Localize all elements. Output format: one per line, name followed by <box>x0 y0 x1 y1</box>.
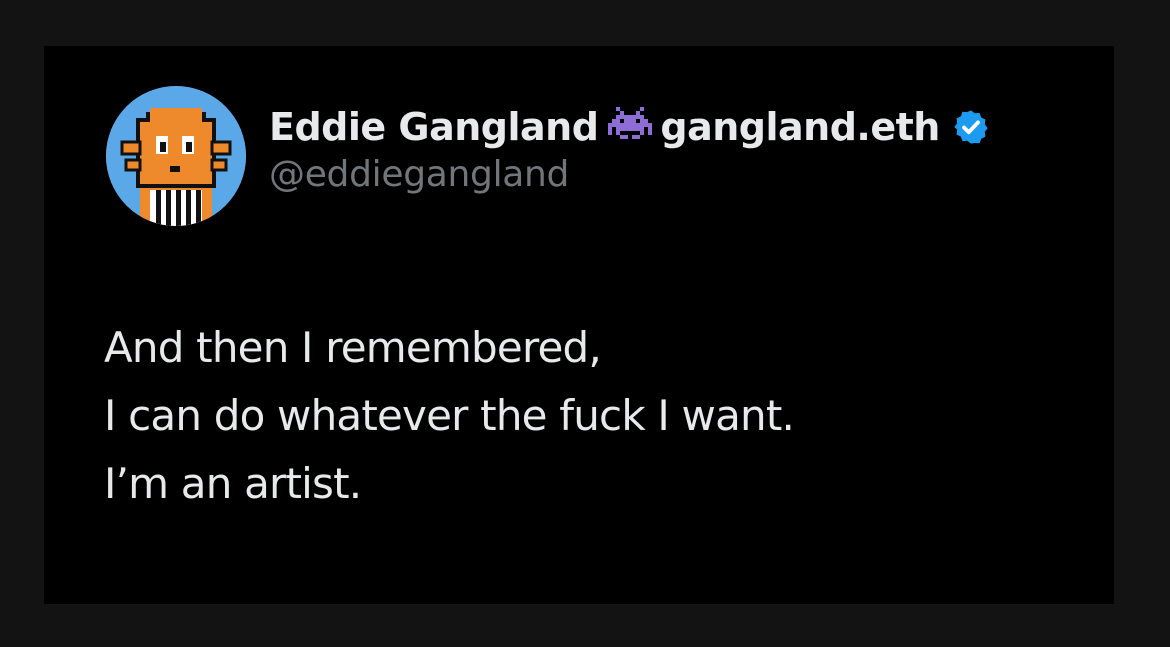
tweet-body: And then I remembered, I can do whatever… <box>104 314 1084 518</box>
tweet-line: I’m an artist. <box>104 459 362 508</box>
tweet-line: I can do whatever the fuck I want. <box>104 391 795 440</box>
tweet-header: Eddie Gangland gangland.eth @eddiegangla… <box>269 102 990 202</box>
verified-badge-icon[interactable] <box>952 108 990 146</box>
author-handle[interactable]: @eddiegangland <box>269 154 990 195</box>
alien-monster-icon <box>604 107 656 147</box>
avatar[interactable] <box>106 86 246 226</box>
tweet-line: And then I remembered, <box>104 323 602 372</box>
author-display-name[interactable]: Eddie Gangland <box>269 105 599 149</box>
author-name-suffix[interactable]: gangland.eth <box>660 105 940 149</box>
pixel-avatar-image <box>106 86 246 226</box>
author-name-row[interactable]: Eddie Gangland gangland.eth <box>269 102 990 152</box>
tweet-card: Eddie Gangland gangland.eth @eddiegangla… <box>44 46 1114 604</box>
screenshot-frame: Eddie Gangland gangland.eth @eddiegangla… <box>0 0 1170 647</box>
